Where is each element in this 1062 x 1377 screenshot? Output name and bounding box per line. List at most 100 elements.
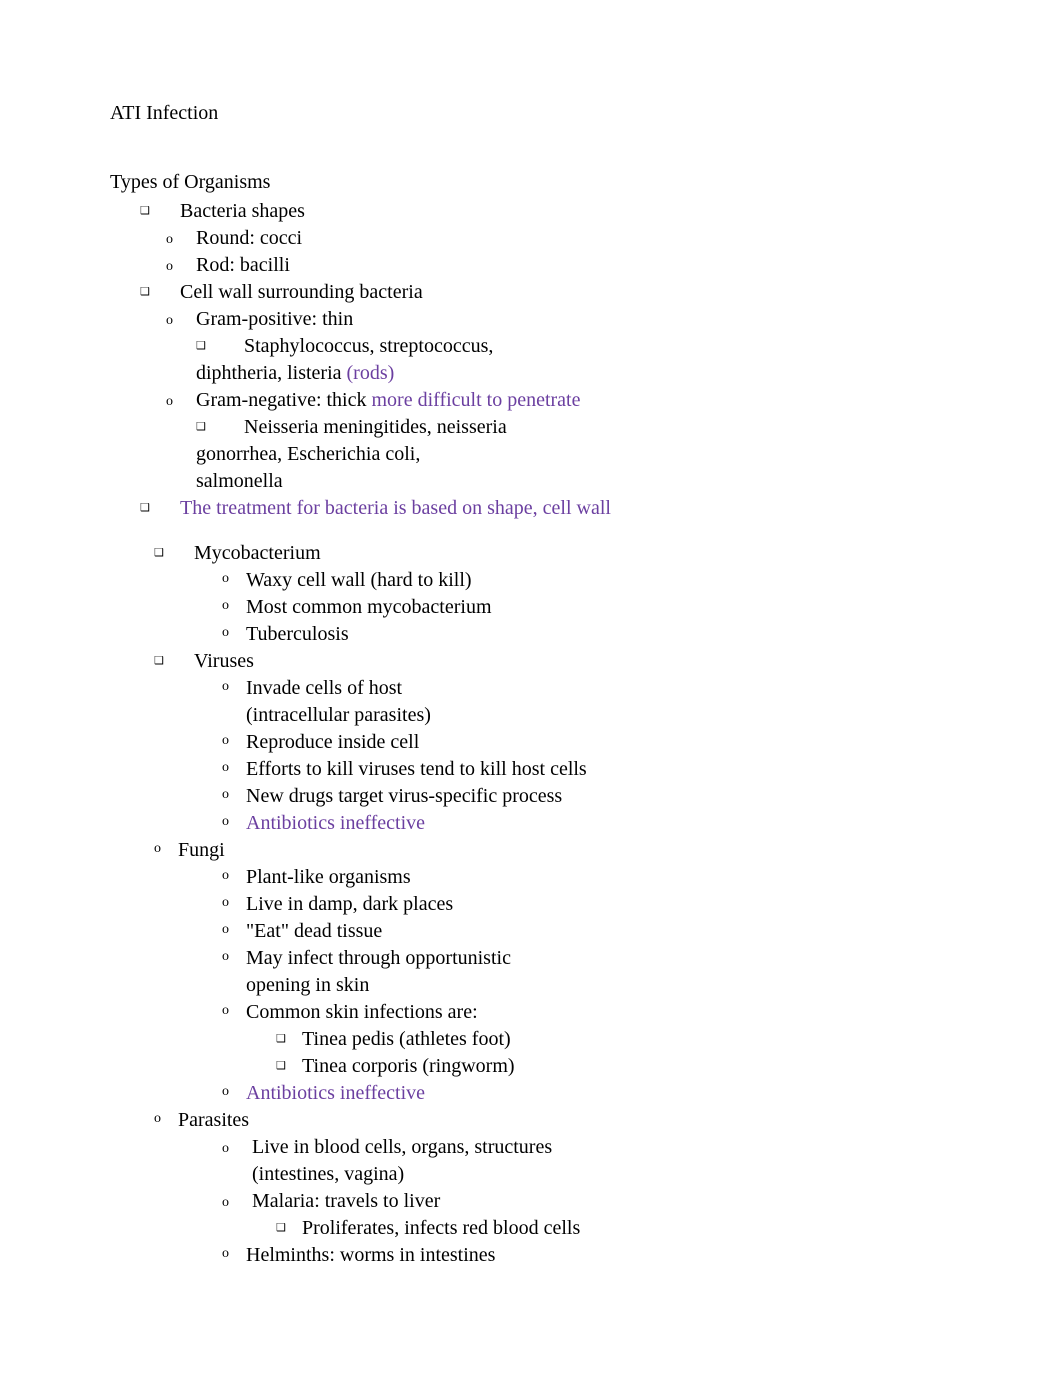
bullet-icon: o	[166, 390, 196, 414]
bullet-icon: o	[222, 864, 246, 888]
section-heading: Types of Organisms	[110, 169, 972, 196]
item-text: Mycobacterium	[194, 540, 972, 567]
list-item: o Tuberculosis	[222, 621, 972, 648]
list-item: o Plant-like organisms	[222, 864, 972, 891]
item-text: Tinea pedis (athletes foot)	[302, 1026, 972, 1053]
text-part: diphtheria, listeria	[196, 362, 342, 384]
list-item: gonorrhea, Escherichia coli,	[196, 441, 972, 468]
item-text: (intracellular parasites)	[246, 702, 972, 729]
bullet-icon: o	[154, 1107, 178, 1131]
item-text: Tuberculosis	[246, 621, 972, 648]
bullet-icon: ❑	[140, 198, 180, 224]
bullet-icon	[222, 972, 246, 996]
item-text: Rod: bacilli	[196, 252, 972, 279]
item-text: Cell wall surrounding bacteria	[180, 279, 972, 306]
list-item: o New drugs target virus-specific proces…	[222, 783, 972, 810]
item-text: Neisseria meningitides, neisseria	[244, 414, 972, 441]
list-item: ❑ The treatment for bacteria is based on…	[140, 495, 972, 522]
bullet-icon: o	[166, 228, 196, 252]
bullet-icon: ❑	[276, 1215, 302, 1241]
list-item: o Helminths: worms in intestines	[222, 1242, 972, 1269]
text-part-purple: more difficult to penetrate	[372, 389, 581, 411]
list-item: o Fungi	[154, 837, 972, 864]
bullet-icon: o	[222, 999, 246, 1023]
list-item: ❑ Tinea pedis (athletes foot)	[276, 1026, 972, 1053]
list-item: o May infect through opportunistic	[222, 945, 972, 972]
item-text: Reproduce inside cell	[246, 729, 972, 756]
list-item: ❑ Bacteria shapes	[140, 198, 972, 225]
bullet-icon: ❑	[154, 540, 194, 566]
bullet-icon: o	[222, 891, 246, 915]
item-text: Tinea corporis (ringworm)	[302, 1053, 972, 1080]
item-text-purple: Antibiotics ineffective	[246, 1080, 972, 1107]
bullet-icon: o	[154, 837, 178, 861]
list-item: o Gram-negative: thick more difficult to…	[166, 387, 972, 414]
item-text: "Eat" dead tissue	[246, 918, 972, 945]
list-item: o Live in damp, dark places	[222, 891, 972, 918]
bullet-icon: o	[222, 1242, 246, 1266]
item-text: Gram-positive: thin	[196, 306, 972, 333]
bullet-icon: o	[222, 567, 246, 591]
bullet-icon: o	[222, 594, 246, 618]
list-item: ❑ Mycobacterium	[154, 540, 972, 567]
bullet-icon: ❑	[140, 279, 180, 305]
item-text: New drugs target virus-specific process	[246, 783, 972, 810]
bullet-icon: o	[222, 918, 246, 942]
bullet-icon	[222, 702, 246, 726]
item-text: Most common mycobacterium	[246, 594, 972, 621]
item-text: Malaria: travels to liver	[252, 1188, 972, 1215]
bullet-icon: o	[222, 729, 246, 753]
list-item: (intracellular parasites)	[222, 702, 972, 729]
bullet-icon: o	[222, 756, 246, 780]
list-item: o Round: cocci	[166, 225, 972, 252]
bullet-icon: o	[222, 810, 246, 834]
item-text: Gram-negative: thick more difficult to p…	[196, 387, 972, 414]
item-text: diphtheria, listeria (rods)	[196, 360, 972, 387]
list-item: diphtheria, listeria (rods)	[196, 360, 972, 387]
list-item: ❑ Cell wall surrounding bacteria	[140, 279, 972, 306]
list-item: ❑ Neisseria meningitides, neisseria	[196, 414, 972, 441]
bullet-icon: ❑	[196, 414, 244, 440]
list-item: ❑ Tinea corporis (ringworm)	[276, 1053, 972, 1080]
bullet-icon: o	[222, 675, 246, 699]
list-item: o Antibiotics ineffective	[222, 1080, 972, 1107]
text-part-purple: (rods)	[347, 362, 395, 384]
item-text: Viruses	[194, 648, 972, 675]
item-text: salmonella	[196, 468, 972, 495]
item-text: Round: cocci	[196, 225, 972, 252]
list-item: o Reproduce inside cell	[222, 729, 972, 756]
list-item: o Rod: bacilli	[166, 252, 972, 279]
bullet-icon: o	[222, 1137, 252, 1161]
bullet-icon: o	[166, 309, 196, 333]
list-item: o Malaria: travels to liver	[222, 1188, 972, 1215]
list-item: o Invade cells of host	[222, 675, 972, 702]
bullet-icon: ❑	[276, 1053, 302, 1079]
list-item: o Gram-positive: thin	[166, 306, 972, 333]
document-title: ATI Infection	[110, 100, 972, 127]
item-text: (intestines, vagina)	[252, 1161, 972, 1188]
bullet-icon: ❑	[140, 495, 180, 521]
item-text: Proliferates, infects red blood cells	[302, 1215, 972, 1242]
item-text: Parasites	[178, 1107, 972, 1134]
bullet-icon: o	[222, 945, 246, 969]
item-text-purple: The treatment for bacteria is based on s…	[180, 495, 972, 522]
list-item: ❑ Proliferates, infects red blood cells	[276, 1215, 972, 1242]
text-part: Gram-negative: thick	[196, 389, 367, 411]
item-text: Staphylococcus, streptococcus,	[244, 333, 972, 360]
item-text: May infect through opportunistic	[246, 945, 972, 972]
list-item: (intestines, vagina)	[222, 1161, 972, 1188]
bullet-icon	[222, 1164, 252, 1188]
item-text: gonorrhea, Escherichia coli,	[196, 441, 972, 468]
list-item: o Efforts to kill viruses tend to kill h…	[222, 756, 972, 783]
list-item: o "Eat" dead tissue	[222, 918, 972, 945]
bullet-icon: o	[166, 255, 196, 279]
item-text: Invade cells of host	[246, 675, 972, 702]
list-item: ❑ Staphylococcus, streptococcus,	[196, 333, 972, 360]
item-text: Live in blood cells, organs, structures	[252, 1134, 972, 1161]
list-item: o Antibiotics ineffective	[222, 810, 972, 837]
item-text: opening in skin	[246, 972, 972, 999]
list-item: o Parasites	[154, 1107, 972, 1134]
item-text: Bacteria shapes	[180, 198, 972, 225]
bullet-icon: ❑	[196, 333, 244, 359]
list-item: o Most common mycobacterium	[222, 594, 972, 621]
